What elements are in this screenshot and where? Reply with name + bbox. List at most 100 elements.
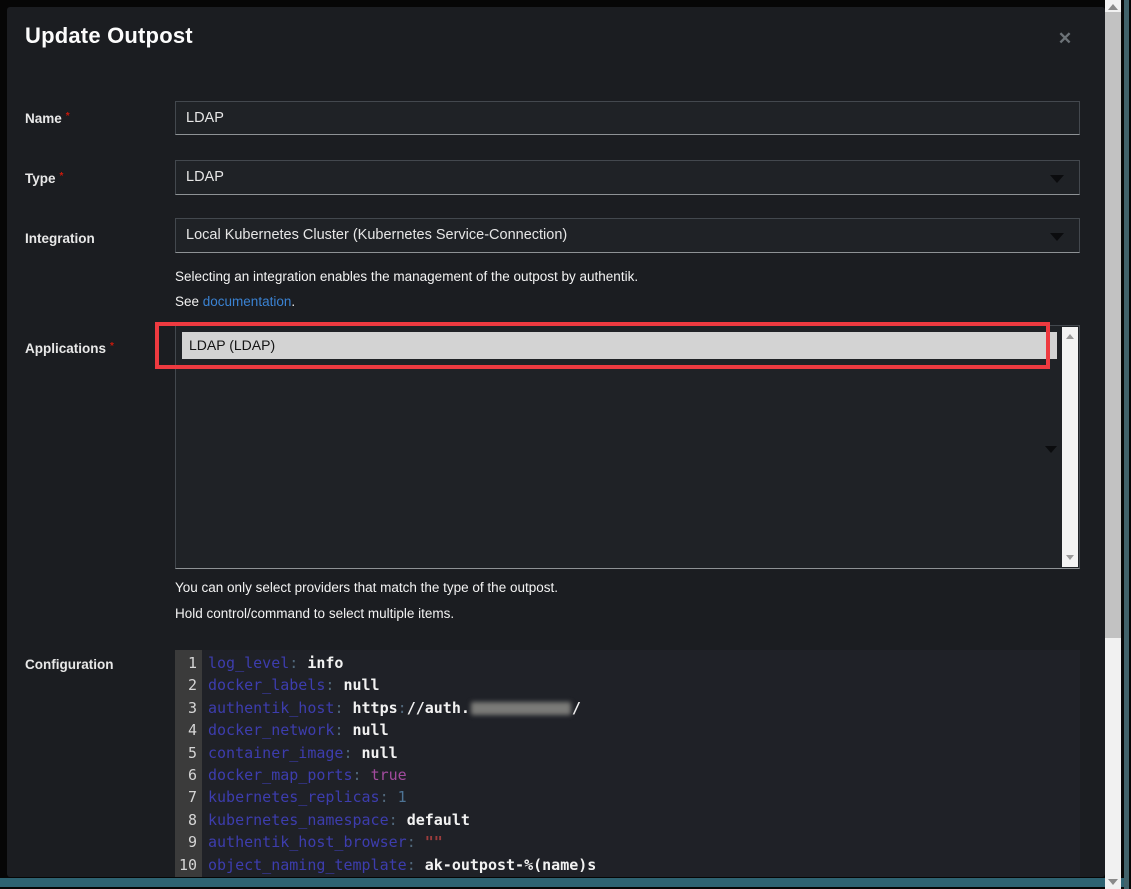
- documentation-link[interactable]: documentation: [203, 294, 292, 309]
- chevron-down-icon: [1045, 446, 1057, 453]
- applications-selected-option[interactable]: LDAP (LDAP): [182, 332, 1057, 359]
- close-button[interactable]: ✕: [1053, 27, 1077, 51]
- code-token: null: [353, 721, 389, 739]
- code-token: :: [343, 744, 361, 762]
- code-token: /: [572, 699, 581, 717]
- code-text: docker_network: null: [202, 721, 389, 739]
- name-label-text: Name: [25, 111, 62, 126]
- page-scrollbar[interactable]: [1105, 0, 1121, 889]
- name-required-asterisk: *: [66, 111, 70, 122]
- line-number: 10: [175, 854, 202, 876]
- code-token: :: [389, 811, 407, 829]
- applications-required-asterisk: *: [110, 341, 114, 352]
- code-token: null: [362, 744, 398, 762]
- integration-select[interactable]: Local Kubernetes Cluster (Kubernetes Ser…: [175, 218, 1080, 253]
- code-text: docker_map_ports: true: [202, 766, 407, 784]
- integration-label: Integration: [25, 231, 165, 246]
- name-label: Name *: [25, 111, 165, 126]
- code-token: authentik_host: [208, 699, 334, 717]
- page-background-right-edge: [1124, 0, 1129, 889]
- configuration-editor-lines: 1log_level: info2docker_labels: null3aut…: [175, 652, 1080, 876]
- code-text: kubernetes_namespace: default: [202, 811, 470, 829]
- code-token: :: [334, 721, 352, 739]
- type-label-text: Type: [25, 171, 56, 186]
- scroll-up-icon[interactable]: [1066, 334, 1074, 339]
- type-label: Type *: [25, 171, 165, 186]
- code-token: docker_network: [208, 721, 334, 739]
- code-token: //auth.: [407, 699, 470, 717]
- code-token: ak-outpost-%(name)s: [425, 856, 597, 874]
- line-number: 8: [175, 809, 202, 831]
- code-text: log_level: info: [202, 654, 343, 672]
- code-token: :: [289, 654, 307, 672]
- code-text: container_image: null: [202, 744, 398, 762]
- code-line: 2docker_labels: null: [175, 674, 1080, 696]
- code-token: null: [343, 676, 379, 694]
- page: Update Outpost ✕ Name * LDAP Type * LDAP I…: [0, 0, 1131, 889]
- integration-select-value: Local Kubernetes Cluster (Kubernetes Ser…: [186, 227, 567, 243]
- applications-label-text: Applications: [25, 341, 106, 356]
- name-input[interactable]: LDAP: [175, 101, 1080, 135]
- name-input-value: LDAP: [186, 110, 224, 126]
- code-line: 8kubernetes_namespace: default: [175, 809, 1080, 831]
- type-required-asterisk: *: [60, 171, 64, 182]
- code-token: docker_labels: [208, 676, 325, 694]
- chevron-down-icon: [1050, 233, 1064, 241]
- configuration-label: Configuration: [25, 657, 165, 672]
- redacted-blur: [471, 702, 571, 715]
- scroll-down-icon[interactable]: [1066, 555, 1074, 560]
- code-line: 6docker_map_ports: true: [175, 764, 1080, 786]
- code-token: :: [398, 699, 407, 717]
- integration-doc-help: See documentation.: [175, 294, 1065, 309]
- integration-label-text: Integration: [25, 231, 95, 246]
- listbox-scrollbar[interactable]: [1062, 327, 1078, 567]
- configuration-label-text: Configuration: [25, 657, 113, 672]
- code-token: kubernetes_replicas: [208, 788, 380, 806]
- modal-title: Update Outpost: [25, 23, 193, 49]
- code-token: kubernetes_namespace: [208, 811, 389, 829]
- line-number: 7: [175, 786, 202, 808]
- code-line: 4docker_network: null: [175, 719, 1080, 741]
- type-select-value: LDAP: [186, 169, 224, 185]
- code-token: :: [334, 699, 352, 717]
- code-token: :: [325, 676, 343, 694]
- code-token: :: [380, 788, 398, 806]
- close-icon: ✕: [1058, 29, 1072, 48]
- page-background-bottom-edge: [0, 878, 1124, 887]
- scrollbar-thumb[interactable]: [1105, 12, 1121, 638]
- code-token: :: [407, 856, 425, 874]
- configuration-editor[interactable]: 1log_level: info2docker_labels: null3aut…: [175, 650, 1080, 877]
- code-text: authentik_host_browser: "": [202, 833, 443, 851]
- line-number: 1: [175, 652, 202, 674]
- code-token: 1: [398, 788, 407, 806]
- applications-help-text-2: Hold control/command to select multiple …: [175, 606, 1065, 621]
- code-text: kubernetes_replicas: 1: [202, 788, 407, 806]
- scrollbar-up-arrow-icon[interactable]: [1108, 4, 1118, 10]
- code-token: object_naming_template: [208, 856, 407, 874]
- code-line: 1log_level: info: [175, 652, 1080, 674]
- type-select[interactable]: LDAP: [175, 160, 1080, 195]
- code-token: container_image: [208, 744, 343, 762]
- period-text: .: [291, 294, 295, 309]
- line-number: 3: [175, 697, 202, 719]
- code-token: :: [407, 833, 425, 851]
- integration-help-text: Selecting an integration enables the man…: [175, 269, 1065, 284]
- applications-listbox[interactable]: LDAP (LDAP): [175, 325, 1080, 569]
- code-token: info: [307, 654, 343, 672]
- applications-label: Applications *: [25, 341, 165, 356]
- scrollbar-down-arrow-icon[interactable]: [1108, 879, 1118, 885]
- see-text: See: [175, 294, 203, 309]
- code-token: :: [353, 766, 371, 784]
- code-token: log_level: [208, 654, 289, 672]
- code-token: true: [371, 766, 407, 784]
- line-number: 6: [175, 764, 202, 786]
- code-text: docker_labels: null: [202, 676, 380, 694]
- code-text: authentik_host: https://auth./: [202, 699, 581, 717]
- code-token: "": [425, 833, 443, 851]
- code-token: docker_map_ports: [208, 766, 353, 784]
- line-number: 5: [175, 742, 202, 764]
- applications-help-text-1: You can only select providers that match…: [175, 580, 1065, 595]
- code-line: 5container_image: null: [175, 742, 1080, 764]
- update-outpost-modal: Update Outpost ✕ Name * LDAP Type * LDAP I…: [7, 7, 1105, 877]
- line-number: 2: [175, 674, 202, 696]
